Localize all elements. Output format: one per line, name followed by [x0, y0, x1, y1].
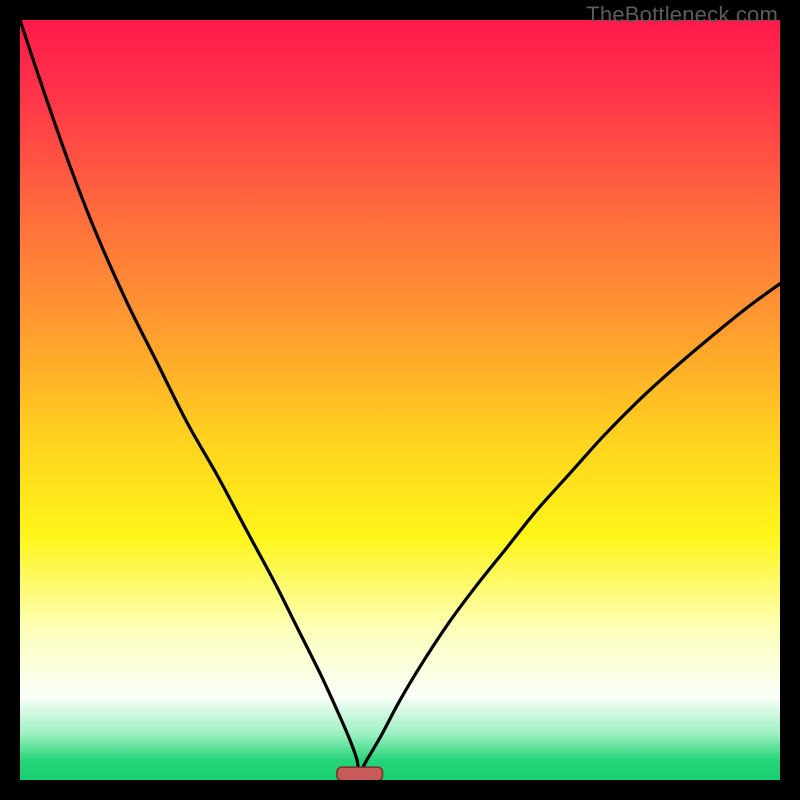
chart-frame: TheBottleneck.com — [0, 0, 800, 800]
watermark-text: TheBottleneck.com — [586, 2, 778, 28]
gradient-background — [20, 20, 780, 780]
optimum-marker — [337, 767, 383, 780]
chart-svg — [20, 20, 780, 780]
plot-area — [20, 20, 780, 780]
